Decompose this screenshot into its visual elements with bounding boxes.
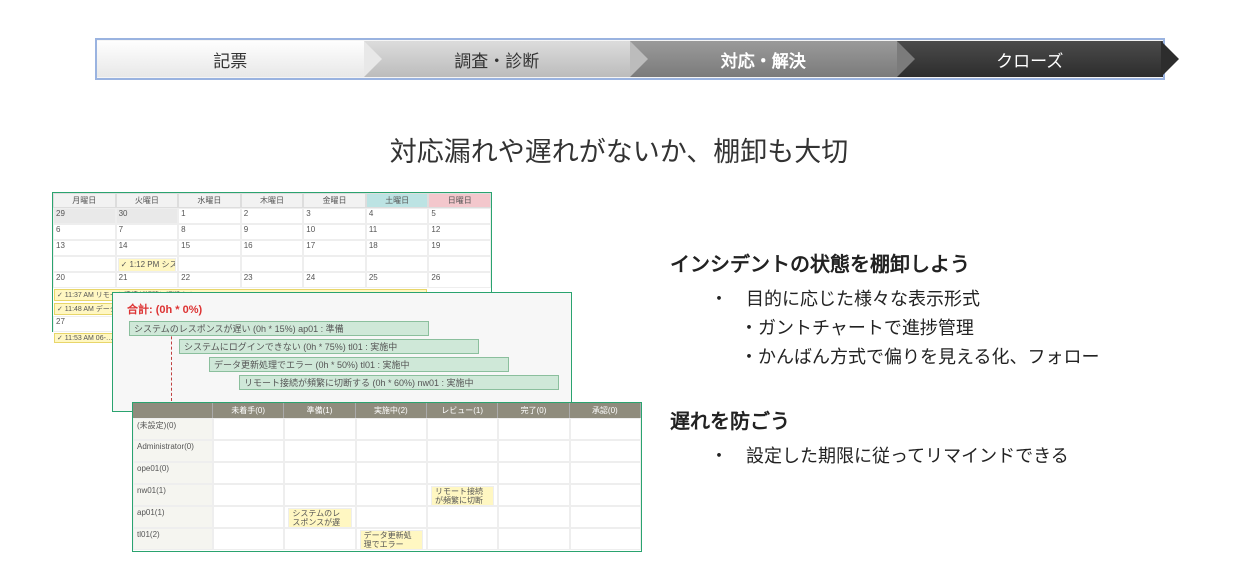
- chevron-right-icon: [1161, 41, 1179, 77]
- day-sun: 日曜日: [428, 193, 491, 208]
- kanban-body: (未設定)(0)Administrator(0)ope01(0)nw01(1) リ…: [133, 418, 641, 550]
- chevron-right-icon: [630, 41, 648, 77]
- kanban-row: ap01(1) システムのレスポンスが遅い: [133, 506, 641, 528]
- kanban-row-label: nw01(1): [133, 484, 213, 506]
- kanban-row: tl01(2)データ更新処理でエラーシステムにログインできない: [133, 528, 641, 550]
- day-mon: 月曜日: [53, 193, 116, 208]
- calendar-event: ✓ 11:53 AM 06-…: [54, 333, 114, 343]
- phase-step-4-label: クローズ: [996, 47, 1063, 72]
- phase-bar: 記票 調査・診断 対応・解決 クローズ: [95, 38, 1165, 80]
- bullet-gantt: ・ガントチャートで進捗管理: [740, 314, 1190, 343]
- screenshot-collage: 月曜日 火曜日 水曜日 木曜日 金曜日 土曜日 日曜日 29 30 1 2 3 …: [52, 192, 612, 562]
- kanban-row: nw01(1) リモート接続が頻繁に切断する: [133, 484, 641, 506]
- kanban-row: Administrator(0): [133, 440, 641, 462]
- calendar-event: ✓ 1:12 PM システムにログインできない: [118, 258, 177, 272]
- phase-step-1: 記票: [97, 41, 364, 77]
- kanban-card: リモート接続が頻繁に切断する: [431, 486, 494, 506]
- kanban-row-label: Administrator(0): [133, 440, 213, 462]
- calendar-row: 6 7 8 9 10 11 12: [53, 224, 491, 240]
- headline: 対応漏れや遅れがないか、棚卸も大切: [0, 130, 1238, 169]
- kanban-row: ope01(0): [133, 462, 641, 484]
- calendar-row: 13 14 15 16 17 18 19: [53, 240, 491, 256]
- day-sat: 土曜日: [366, 193, 429, 208]
- kanban-row-label: ap01(1): [133, 506, 213, 528]
- calendar-header: 月曜日 火曜日 水曜日 木曜日 金曜日 土曜日 日曜日: [53, 193, 491, 208]
- phase-step-1-label: 記票: [213, 47, 247, 72]
- bullet-remind: ・ 設定した期限に従ってリマインドできる: [710, 442, 1190, 471]
- gantt-bars: システムのレスポンスが遅い (0h * 15%) ap01 : 準備 システムに…: [119, 321, 565, 401]
- gantt-bar: データ更新処理でエラー (0h * 50%) tl01 : 実施中: [209, 357, 509, 372]
- gantt-bar: システムにログインできない (0h * 75%) tl01 : 実施中: [179, 339, 479, 354]
- day-wed: 水曜日: [178, 193, 241, 208]
- kanban-card: システムのレスポンスが遅い: [288, 508, 351, 528]
- calendar-row: 29 30 1 2 3 4 5: [53, 208, 491, 224]
- bullet-display-formats: ・ 目的に応じた様々な表示形式: [710, 285, 1190, 314]
- kanban-header: 未着手(0) 準備(1) 実施中(2) レビュー(1) 完了(0) 承認(0): [133, 403, 641, 418]
- phase-step-3: 対応・解決: [630, 41, 897, 77]
- mini-gantt: 合計: (0h * 0%) システムのレスポンスが遅い (0h * 15%) a…: [112, 292, 572, 412]
- phase-step-3-label: 対応・解決: [721, 47, 806, 72]
- gantt-bar: システムのレスポンスが遅い (0h * 15%) ap01 : 準備: [129, 321, 429, 336]
- kanban-row-label: ope01(0): [133, 462, 213, 484]
- phase-step-2: 調査・診断: [364, 41, 631, 77]
- kanban-card: データ更新処理でエラー: [360, 530, 423, 550]
- heading-status-check: インシデントの状態を棚卸しよう: [670, 248, 1190, 277]
- gantt-total: 合計: (0h * 0%): [127, 301, 557, 317]
- day-tue: 火曜日: [116, 193, 179, 208]
- calendar-row: ✓ 1:12 PM システムにログインできない: [53, 256, 491, 272]
- phase-step-2-label: 調査・診断: [454, 47, 539, 72]
- kanban-row-label: tl01(2): [133, 528, 213, 550]
- bullet-kanban: ・かんばん方式で偏りを見える化、フォロー: [740, 343, 1190, 372]
- right-text-column: インシデントの状態を棚卸しよう ・ 目的に応じた様々な表示形式 ・ガントチャート…: [670, 248, 1190, 471]
- chevron-right-icon: [364, 41, 382, 77]
- gantt-bar: リモート接続が頻繁に切断する (0h * 60%) nw01 : 実施中: [239, 375, 559, 390]
- phase-step-4: クローズ: [897, 41, 1164, 77]
- heading-prevent-delay: 遅れを防ごう: [670, 405, 1190, 434]
- kanban-row: (未設定)(0): [133, 418, 641, 440]
- day-thu: 木曜日: [241, 193, 304, 208]
- chevron-right-icon: [897, 41, 915, 77]
- kanban-row-label: (未設定)(0): [133, 418, 213, 440]
- mini-kanban: 未着手(0) 準備(1) 実施中(2) レビュー(1) 完了(0) 承認(0) …: [132, 402, 642, 552]
- calendar-row: 20 21 22 23 24 25 26: [53, 272, 491, 288]
- day-fri: 金曜日: [303, 193, 366, 208]
